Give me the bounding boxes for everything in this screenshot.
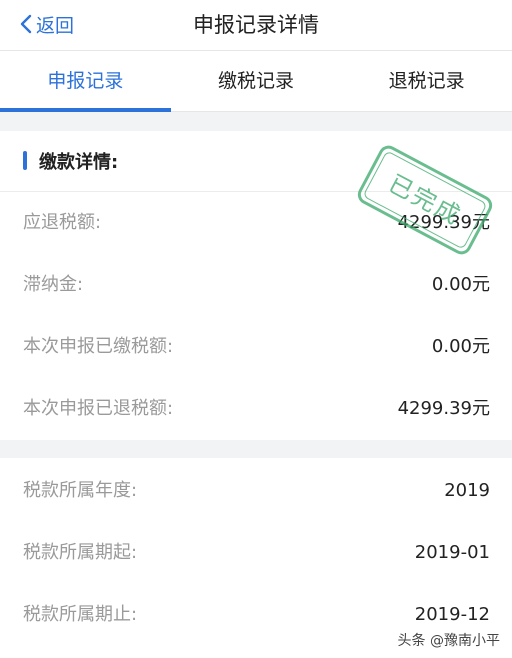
page-title: 申报记录详情 bbox=[193, 13, 319, 37]
section-accent-bar bbox=[23, 151, 27, 170]
detail-row-tax-year: 税款所属年度: 2019 bbox=[0, 460, 512, 522]
tab-bar: 申报记录 缴税记录 退税记录 bbox=[0, 51, 512, 112]
row-label: 税款所属期止: bbox=[23, 604, 138, 625]
row-label: 税款所属期起: bbox=[23, 542, 138, 563]
row-label: 本次申报已缴税额: bbox=[23, 336, 174, 357]
tax-period-panel: 税款所属年度: 2019 税款所属期起: 2019-01 税款所属期止: 201… bbox=[0, 458, 512, 658]
section-gap bbox=[0, 440, 512, 458]
tab-tax-refund-records[interactable]: 退税记录 bbox=[341, 51, 512, 111]
detail-row-refunded-tax: 本次申报已退税额: 4299.39元 bbox=[0, 378, 512, 440]
tab-declaration-records[interactable]: 申报记录 bbox=[0, 51, 171, 112]
nav-header: 返回 申报记录详情 bbox=[0, 0, 512, 51]
detail-row-late-fee: 滞纳金: 0.00元 bbox=[0, 254, 512, 316]
row-label: 税款所属年度: bbox=[23, 480, 138, 501]
detail-row-paid-tax: 本次申报已缴税额: 0.00元 bbox=[0, 316, 512, 378]
watermark: 头条 @豫南小平 bbox=[395, 630, 502, 650]
detail-row-period-start: 税款所属期起: 2019-01 bbox=[0, 522, 512, 584]
row-value: 0.00元 bbox=[431, 336, 490, 357]
row-value: 4299.39元 bbox=[397, 398, 490, 419]
row-label: 滞纳金: bbox=[23, 274, 84, 295]
row-value: 2019 bbox=[444, 480, 490, 501]
section-title: 缴款详情: bbox=[39, 152, 119, 173]
row-label: 应退税额: bbox=[23, 212, 102, 233]
section-gap bbox=[0, 112, 512, 131]
tab-tax-payment-records[interactable]: 缴税记录 bbox=[171, 51, 342, 111]
row-label: 本次申报已退税额: bbox=[23, 398, 174, 419]
row-value: 0.00元 bbox=[431, 274, 490, 295]
row-value: 2019-01 bbox=[414, 542, 490, 563]
